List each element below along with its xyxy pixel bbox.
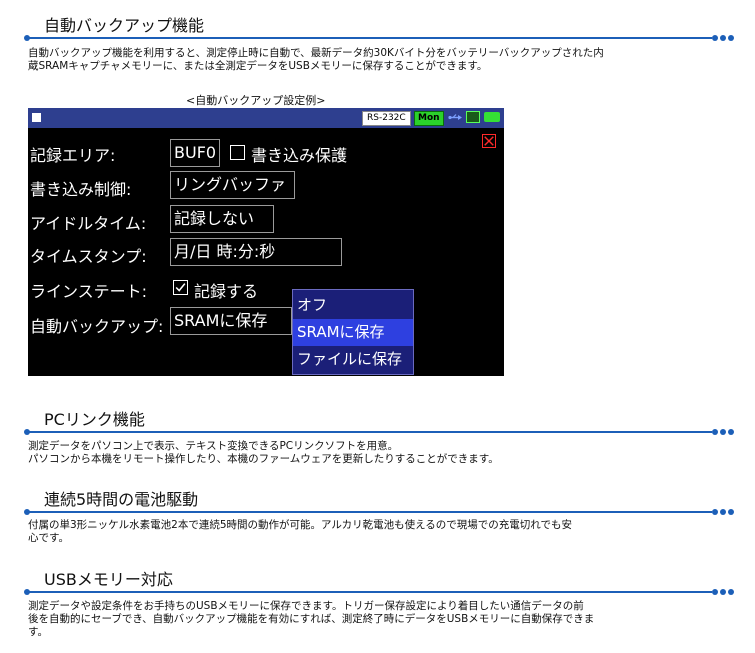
battery-icon [484, 112, 500, 122]
usb-icon [448, 114, 462, 120]
section-rule [26, 511, 712, 513]
section-rule [26, 431, 712, 433]
section-body: 測定データをパソコン上で表示、テキスト変換できるPCリンクソフトを用意。 パソコ… [28, 440, 740, 466]
port-badge: RS-232C [362, 111, 411, 126]
body-line: 測定データをパソコン上で表示、テキスト変換できるPCリンクソフトを用意。 [28, 440, 399, 452]
section-rule [26, 591, 712, 593]
line-state-label: ラインステート: [30, 282, 148, 301]
screenshot-caption: <自動バックアップ設定例> [186, 94, 326, 107]
write-protect-checkbox[interactable] [230, 145, 245, 160]
body-line: 付属の単3形ニッケル水素電池2本で連続5時間の動作が可能。アルカリ乾電池も使える… [28, 519, 572, 531]
dropdown-option-file[interactable]: ファイルに保存 [293, 346, 413, 373]
mode-badge: Mon [414, 111, 444, 126]
rule-dots-icon [712, 509, 736, 517]
section-body: 付属の単3形ニッケル水素電池2本で連続5時間の動作が可能。アルカリ乾電池も使える… [28, 519, 740, 545]
body-line: 蔵SRAMキャプチャメモリーに、または全測定データをUSBメモリーに保存すること… [28, 60, 488, 72]
timestamp-field[interactable]: 月/日 時:分:秒 [170, 238, 342, 266]
body-line: 後を自動的にセーブでき、自動バックアップ機能を有効にすれば、測定終了時にデータを… [28, 613, 595, 625]
area-label: 記録エリア: [30, 146, 116, 165]
body-line: 測定データや設定条件をお手持ちのUSBメモリーに保存できます。トリガー保存設定に… [28, 600, 584, 612]
idle-time-label: アイドルタイム: [30, 214, 147, 233]
section-rule [26, 37, 712, 39]
dropdown-option-off[interactable]: オフ [293, 292, 413, 319]
section-title-auto-backup: 自動バックアップ機能 [44, 16, 205, 35]
body-line: 自動バックアップ機能を利用すると、測定停止時に自動で、最新データ約30Kバイト分… [28, 47, 604, 59]
auto-backup-dropdown: オフ SRAMに保存 ファイルに保存 [292, 289, 414, 375]
body-line: す。 [28, 626, 48, 638]
status-bar: RS-232C Mon [28, 108, 504, 128]
area-field[interactable]: BUF0 [170, 139, 220, 167]
card-icon [466, 111, 480, 123]
section-body: 自動バックアップ機能を利用すると、測定停止時に自動で、最新データ約30Kバイト分… [28, 47, 740, 73]
section-title-battery: 連続5時間の電池駆動 [44, 490, 199, 509]
rule-dots-icon [712, 589, 736, 597]
timestamp-label: タイムスタンプ: [30, 247, 147, 266]
section-title-usb: USBメモリー対応 [44, 570, 173, 589]
write-protect-label: 書き込み保護 [251, 146, 348, 165]
section-title-pc-link: PCリンク機能 [44, 410, 145, 429]
auto-backup-label: 自動バックアップ: [30, 317, 164, 336]
checkmark-icon [175, 283, 186, 292]
idle-time-field[interactable]: 記録しない [170, 205, 274, 233]
write-control-field[interactable]: リングバッファ [170, 171, 295, 199]
device-screen: RS-232C Mon 記録エリア: BUF0 書き込み保護 書き込み制御: リ… [28, 108, 504, 376]
line-state-text: 記録する [194, 282, 259, 301]
rule-dots-icon [712, 35, 736, 43]
auto-backup-field[interactable]: SRAMに保存 [170, 307, 292, 335]
close-icon[interactable] [482, 134, 496, 148]
write-control-label: 書き込み制御: [30, 180, 132, 199]
body-line: パソコンから本機をリモート操作したり、本機のファームウェアを更新したりすることが… [28, 453, 499, 465]
rule-dots-icon [712, 429, 736, 437]
body-line: 心です。 [28, 532, 69, 544]
line-state-checkbox[interactable] [173, 280, 188, 295]
menu-square-icon[interactable] [32, 113, 41, 122]
section-body: 測定データや設定条件をお手持ちのUSBメモリーに保存できます。トリガー保存設定に… [28, 600, 740, 639]
dropdown-option-sram[interactable]: SRAMに保存 [293, 319, 413, 346]
